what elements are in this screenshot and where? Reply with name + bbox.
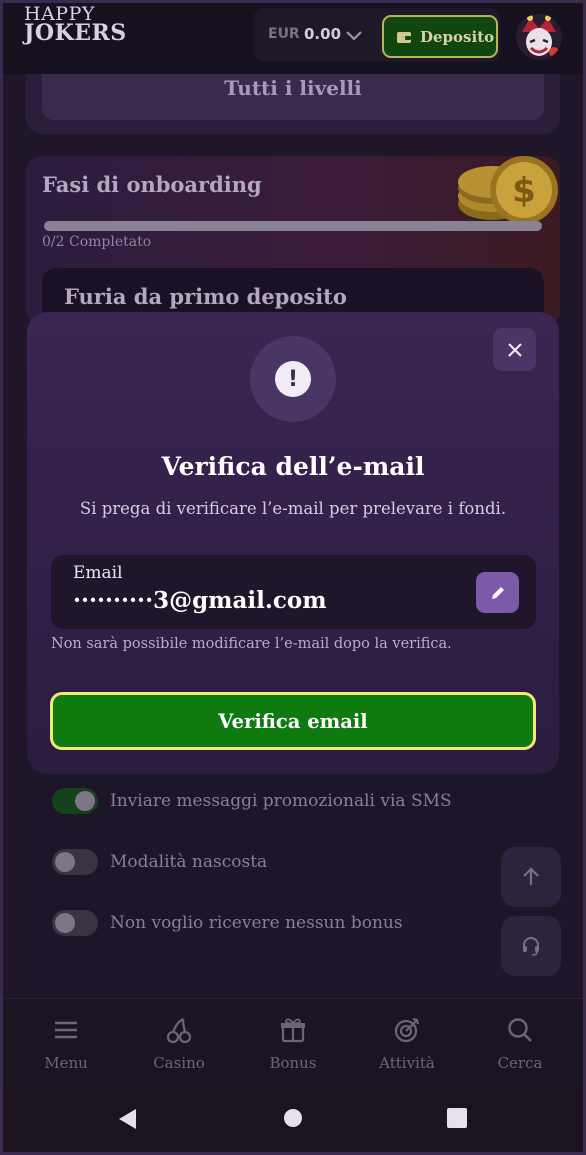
currency-label: EUR [268,26,300,42]
alert-icon: ! [250,336,336,422]
recents-icon[interactable] [447,1108,467,1128]
toggle-row-sms[interactable]: Inviare messaggi promozionali via SMS [52,786,452,816]
arrow-up-icon [523,867,539,885]
email-note: Non sarà possibile modificare l’e-mail d… [51,636,452,652]
verify-email-label: Verifica email [218,709,368,733]
system-navigation-bar [0,1088,586,1155]
nav-menu[interactable]: Menu [21,1016,111,1072]
no-bonus-toggle[interactable] [52,910,98,936]
support-button[interactable] [501,916,561,976]
back-icon[interactable] [116,1107,138,1131]
onboarding-progress-bar [44,221,542,231]
toggle-label: Inviare messaggi promozionali via SMS [110,791,452,811]
happy-jokers-logo[interactable]: HAPPY JOKERS [24,4,127,54]
nav-label: Casino [153,1054,205,1072]
deposit-button[interactable]: Deposito [382,15,498,58]
edit-email-button[interactable] [476,572,519,613]
modal-subtitle: Si prega di verificare l’e-mail per prel… [79,499,507,518]
search-icon [508,1018,532,1042]
nav-label: Bonus [269,1054,317,1072]
onboarding-progress-text: 0/2 Completato [42,234,152,250]
chevron-down-icon[interactable] [344,26,364,46]
modal-title: Verifica dell’e-mail [161,452,425,481]
scroll-to-top-button[interactable] [501,847,561,907]
nav-label: Menu [44,1054,88,1072]
toggle-label: Modalità nascosta [110,852,268,872]
svg-text:$: $ [512,171,536,211]
close-icon [507,342,522,357]
all-levels-button[interactable]: Tutti i livelli [42,74,544,120]
home-icon[interactable] [283,1108,303,1128]
nav-bonus[interactable]: Bonus [248,1016,338,1072]
nav-search[interactable]: Cerca [475,1016,565,1072]
email-value: ··········3@gmail.com [73,587,327,614]
avatar[interactable] [516,14,562,60]
target-icon [394,1017,420,1043]
close-button[interactable] [493,328,536,371]
hamburger-icon [55,1021,77,1039]
toggle-row-no-bonus[interactable]: Non voglio ricevere nessun bonus [52,908,403,938]
cherry-icon [166,1018,192,1044]
joker-avatar-icon [516,14,562,60]
toggle-row-hidden-mode[interactable]: Modalità nascosta [52,847,267,877]
top-header: HAPPY JOKERS EUR 0.00 Deposito [0,0,586,74]
sms-toggle[interactable] [52,788,98,814]
onboarding-title: Fasi di onboarding [42,172,262,197]
hidden-mode-toggle[interactable] [52,849,98,875]
toggle-label: Non voglio ricevere nessun bonus [110,913,403,933]
logo-line-2: JOKERS [24,20,127,47]
wallet-icon [397,31,411,43]
deposit-button-label: Deposito [420,27,495,46]
coins-icon: $ [458,156,558,224]
nav-activity[interactable]: Attività [362,1016,452,1072]
nav-label: Cerca [497,1054,543,1072]
email-label: Email [73,563,123,583]
balance-value: 0.00 [304,25,342,43]
verify-email-button[interactable]: Verifica email [50,692,536,750]
headset-icon [523,937,539,956]
gift-icon [281,1018,305,1043]
exclamation-icon: ! [275,361,311,397]
nav-casino[interactable]: Casino [134,1016,224,1072]
pencil-icon [491,586,504,599]
nav-label: Attività [379,1054,435,1072]
first-deposit-title: Furia da primo deposito [64,284,347,309]
